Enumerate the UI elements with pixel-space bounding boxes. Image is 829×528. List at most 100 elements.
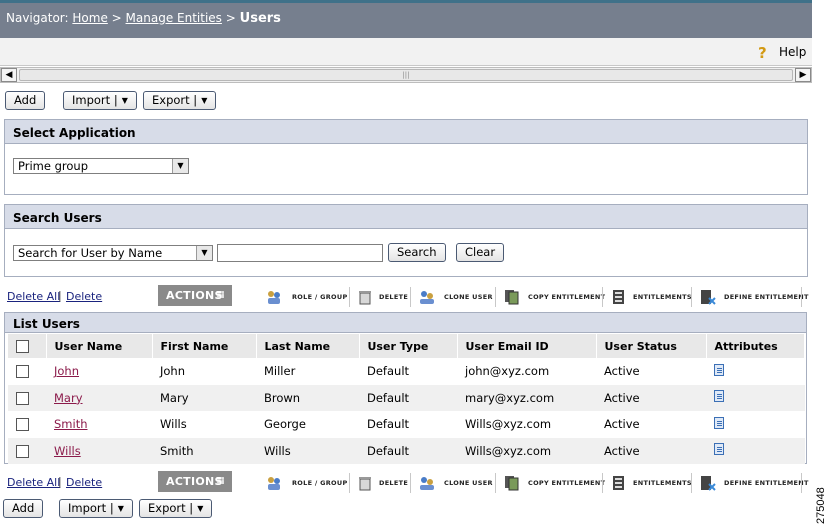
column-header[interactable]: First Name (152, 334, 257, 358)
divider (410, 473, 411, 493)
row-checkbox[interactable] (16, 365, 29, 379)
first-name-cell: John (160, 364, 186, 379)
trash-icon (359, 291, 371, 305)
last-name-cell: Miller (264, 364, 296, 379)
delete-label: DELETE (379, 293, 409, 301)
define-entitlement-icon (701, 476, 716, 491)
breadcrumb-separator: > (225, 11, 236, 25)
list-users-title: List Users (5, 313, 806, 333)
add-button[interactable]: Add (5, 91, 46, 110)
last-name-cell: Brown (256, 384, 359, 411)
user-name-link[interactable]: Smith (54, 417, 88, 431)
email-cell: john@xyz.com (465, 364, 550, 379)
row-checkbox[interactable] (16, 418, 29, 432)
attributes-icon[interactable] (714, 390, 724, 403)
delete-link[interactable]: Delete (66, 290, 102, 303)
divider (410, 287, 411, 307)
entitlements-icon (613, 290, 624, 304)
export-button[interactable]: Export | ▼ (139, 499, 213, 518)
help-icon[interactable]: ? (758, 44, 772, 62)
first-name-cell: Smith (152, 437, 256, 464)
chevron-down-icon[interactable]: ▼ (172, 159, 188, 173)
link-separator: | (58, 475, 62, 488)
clone-user-label: CLONE USER (444, 293, 493, 301)
application-select[interactable]: Prime group ▼ (13, 158, 189, 174)
scrollbar-thumb[interactable]: ||| (19, 69, 793, 81)
divider (801, 473, 802, 493)
user-type-cell: Default (367, 364, 410, 379)
chevron-down-icon: ▼ (201, 96, 208, 105)
user-name-cell: Wills (46, 437, 152, 464)
row-checkbox[interactable] (16, 391, 29, 405)
horizontal-scrollbar[interactable]: ◀ ||| ▶ (0, 67, 812, 83)
clear-button[interactable]: Clear (456, 243, 505, 262)
import-button[interactable]: Import | ▼ (59, 499, 133, 518)
divider (349, 473, 350, 493)
action-row-top: Delete All | Delete ACTIONS ▦ ROLE / GRO… (0, 284, 812, 310)
chevron-down-icon: ▼ (197, 504, 204, 513)
email-cell: Wills@xyz.com (465, 417, 552, 432)
attributes-icon[interactable] (714, 443, 724, 456)
breadcrumb-separator: > (111, 11, 122, 25)
help-link[interactable]: Help (779, 45, 806, 59)
column-header[interactable]: User Name (46, 334, 153, 358)
divider (349, 287, 350, 307)
export-label: Export | (148, 501, 194, 515)
define-entitlement-label: DEFINE ENTITLEMENT (724, 479, 809, 487)
divider (602, 473, 603, 493)
delete-all-link[interactable]: Delete All (7, 476, 60, 489)
search-users-panel: Search Users Search for User by Name ▼ S… (4, 204, 808, 277)
copy-entitlement-icon (505, 476, 519, 491)
divider (801, 287, 802, 307)
column-header[interactable]: User Status (596, 334, 707, 358)
chevron-down-icon[interactable]: ▼ (196, 246, 212, 260)
user-name-cell: John (46, 358, 152, 385)
entitlements-icon (613, 476, 624, 490)
table-row: John John Miller Default john@xyz.com Ac… (8, 358, 805, 385)
scroll-right-button[interactable]: ▶ (795, 68, 811, 82)
delete-link[interactable]: Delete (66, 476, 102, 489)
actions-grip-icon: ▦ (216, 290, 225, 300)
actions-grip-icon: ▦ (216, 476, 225, 486)
clone-user-icon (420, 291, 434, 304)
user-name-link[interactable]: Wills (54, 444, 81, 458)
attributes-icon[interactable] (714, 416, 724, 429)
status-cell: Active (604, 417, 640, 432)
search-by-select[interactable]: Search for User by Name ▼ (13, 245, 213, 261)
attributes-icon[interactable] (714, 363, 724, 376)
import-button[interactable]: Import | ▼ (63, 91, 137, 110)
user-name-link[interactable]: John (54, 364, 79, 378)
user-name-link[interactable]: Mary (54, 391, 83, 405)
define-entitlement-icon (701, 290, 716, 305)
row-checkbox[interactable] (16, 444, 29, 458)
select-application-title: Select Application (5, 120, 807, 144)
scroll-left-button[interactable]: ◀ (1, 68, 17, 82)
delete-all-link[interactable]: Delete All (7, 290, 60, 303)
column-header: Attributes (706, 334, 805, 358)
table-row: Wills Smith Wills Default Wills@xyz.com … (8, 437, 805, 464)
search-button[interactable]: Search (388, 243, 446, 262)
export-button[interactable]: Export | ▼ (143, 91, 217, 110)
column-header[interactable]: User Type (359, 334, 458, 358)
table-header-row: User Name First Name Last Name User Type… (8, 334, 805, 358)
role-group-icon (268, 477, 280, 490)
actions-badge: ACTIONS ▦ (158, 285, 232, 306)
last-name-cell: Wills (256, 437, 359, 464)
row-select-cell (8, 384, 46, 411)
search-input[interactable] (217, 244, 383, 262)
chevron-down-icon: ▼ (121, 96, 128, 105)
action-row-bottom: Delete All | Delete ACTIONS ▦ ROLE / GRO… (0, 470, 812, 496)
first-name-cell: Wills (160, 417, 187, 432)
clone-user-icon (420, 477, 434, 490)
breadcrumb-home-link[interactable]: Home (72, 11, 107, 25)
column-header[interactable]: User Email ID (457, 334, 597, 358)
role-group-label: ROLE / GROUP (292, 479, 348, 487)
search-by-select-value: Search for User by Name (18, 246, 163, 260)
breadcrumb-manage-entities-link[interactable]: Manage Entities (126, 11, 222, 25)
status-cell: Active (596, 437, 706, 464)
column-header[interactable]: Last Name (256, 334, 360, 358)
divider (691, 287, 692, 307)
divider (495, 287, 496, 307)
select-all-checkbox[interactable] (16, 339, 29, 353)
add-button[interactable]: Add (3, 499, 44, 518)
